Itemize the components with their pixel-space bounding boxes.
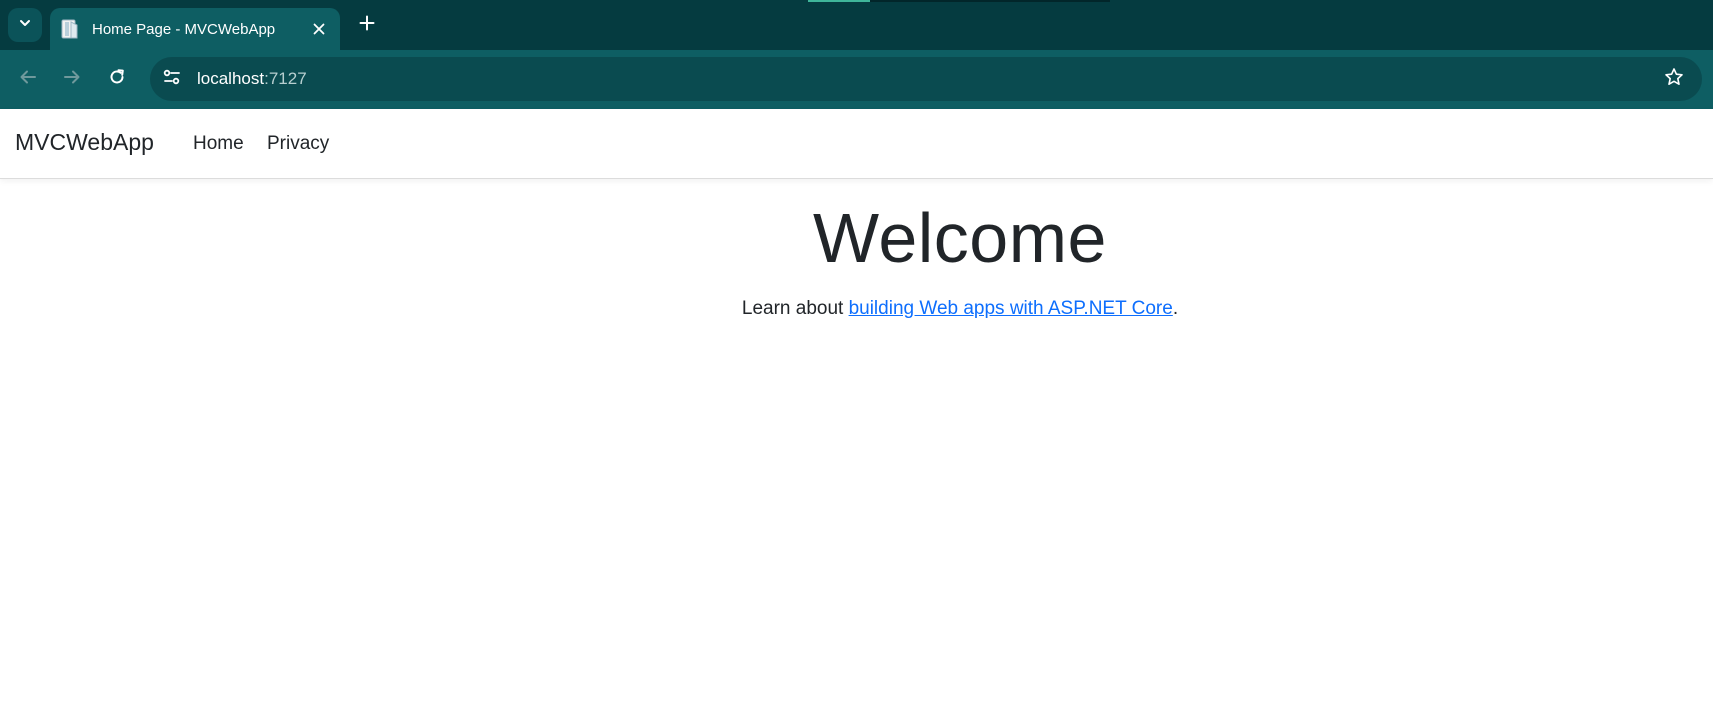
- page-title: Welcome: [813, 199, 1107, 277]
- lead-paragraph: Learn about building Web apps with ASP.N…: [0, 298, 1713, 320]
- aspnet-docs-link[interactable]: building Web apps with ASP.NET Core: [849, 298, 1173, 319]
- main-content: Welcome Learn about building Web apps wi…: [0, 0, 1713, 706]
- lead-prefix: Learn about: [741, 298, 849, 319]
- lead-suffix: .: [1172, 298, 1179, 319]
